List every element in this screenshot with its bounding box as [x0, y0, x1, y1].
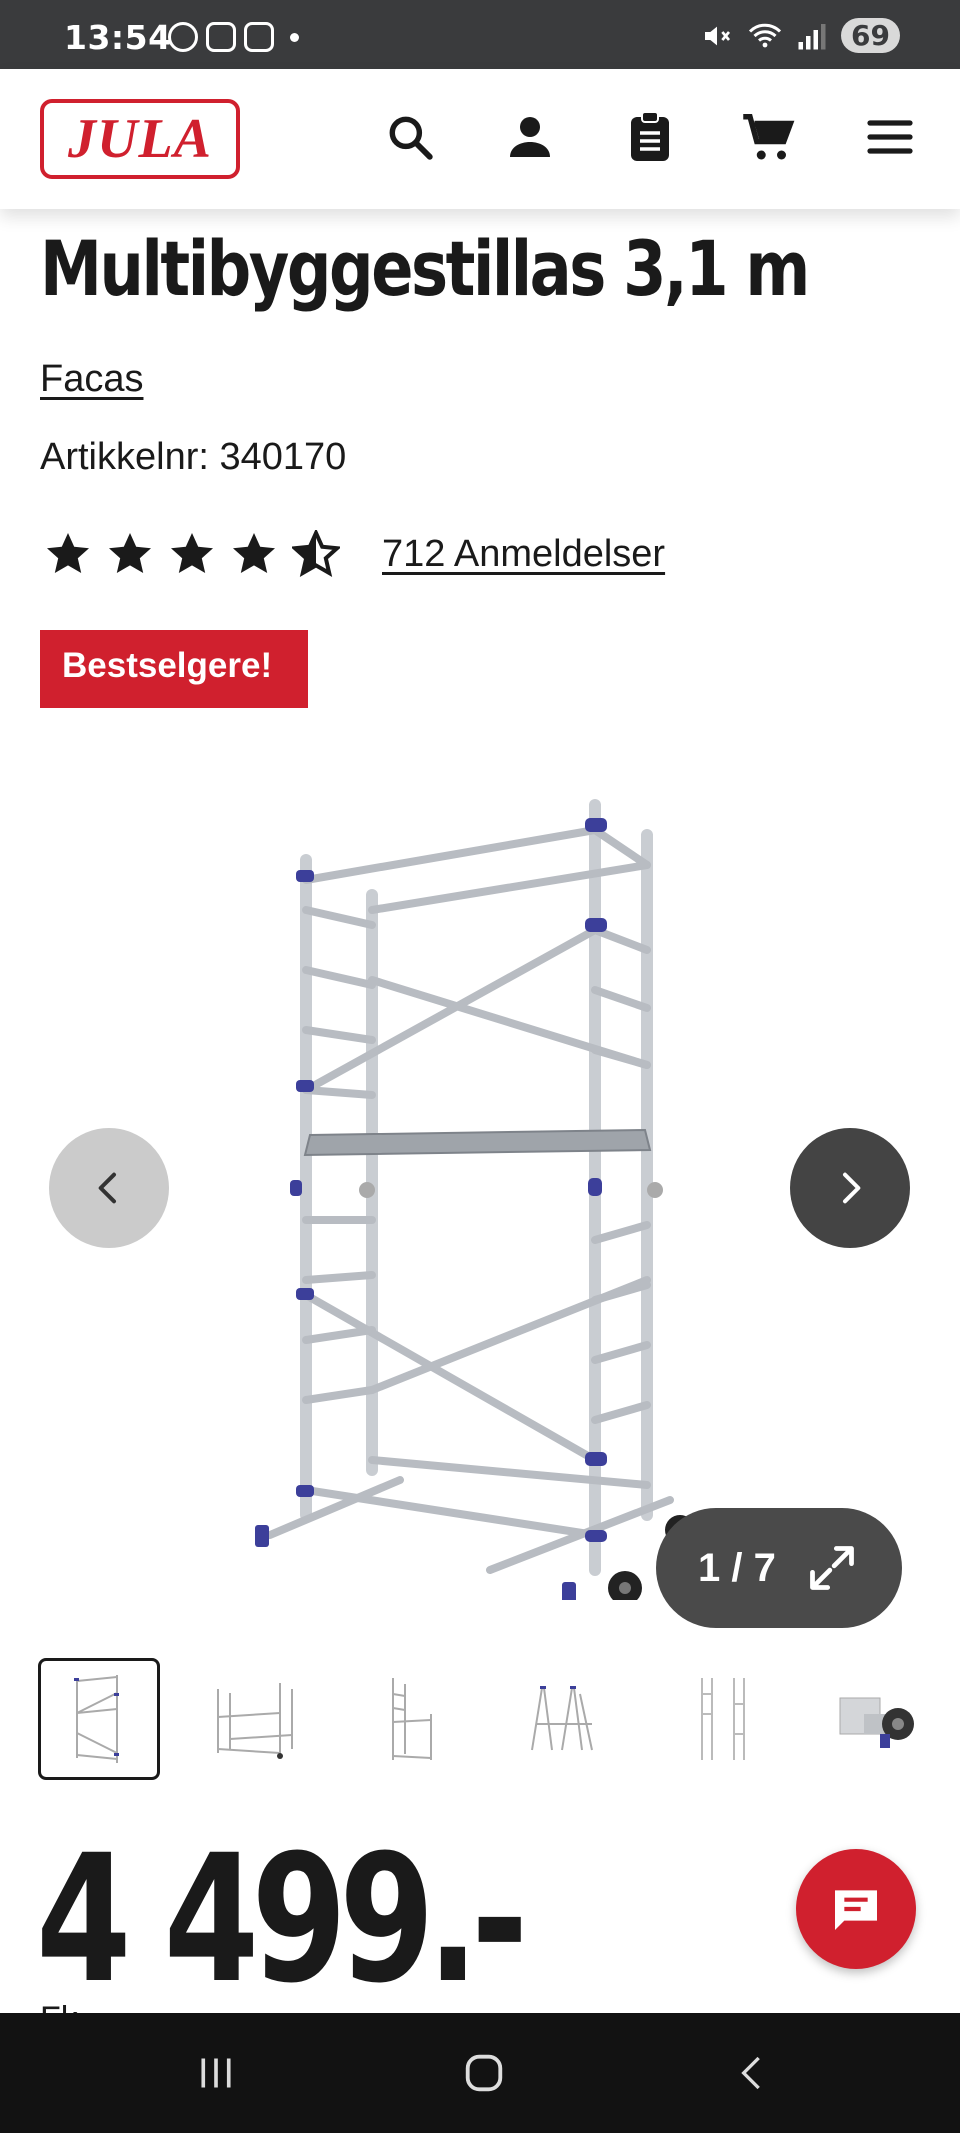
article-number: Artikkelnr: 340170: [40, 436, 347, 478]
product-title: Multibyggestillas 3,1 m: [40, 224, 810, 313]
half-star-icon: [292, 530, 340, 578]
next-image-button[interactable]: [790, 1128, 910, 1248]
star-icon: [109, 533, 151, 573]
logo-text: JULA: [68, 108, 212, 170]
reviews-link[interactable]: 712 Anmeldelser: [382, 533, 665, 576]
jula-logo[interactable]: JULA: [40, 99, 240, 179]
expand-icon: [809, 1546, 854, 1590]
status-bar: 13:54 69: [0, 0, 960, 69]
shopping-list-icon[interactable]: [622, 109, 678, 165]
bestseller-badge: Bestselgere!: [40, 630, 308, 708]
brand-link[interactable]: Facas: [40, 358, 143, 401]
search-icon[interactable]: [382, 109, 438, 165]
site-header: JULA: [0, 69, 960, 209]
home-icon[interactable]: [454, 2047, 514, 2099]
wifi-icon: [748, 23, 782, 47]
scaffold-product-image[interactable]: [250, 780, 690, 1600]
menu-icon[interactable]: [862, 109, 918, 165]
star-icon: [47, 533, 89, 573]
mute-icon: [705, 26, 731, 45]
signal-icon: [798, 23, 826, 49]
status-indicators: 69: [701, 18, 900, 53]
thumbnail-2[interactable]: [194, 1658, 316, 1780]
product-price: 4 499.-: [36, 1817, 528, 2022]
thumbnail-strip: [38, 1658, 940, 1780]
cart-icon[interactable]: [740, 109, 796, 165]
volvo-app-icon: [168, 22, 198, 52]
android-navigation-bar: [0, 2013, 960, 2133]
thumbnail-3[interactable]: [350, 1658, 472, 1780]
star-icon: [233, 533, 275, 573]
battery-indicator: 69: [841, 18, 900, 53]
account-icon[interactable]: [502, 109, 558, 165]
status-time: 13:54: [64, 18, 172, 57]
instagram-icon-2: [244, 22, 274, 52]
thumbnail-6[interactable]: [818, 1658, 940, 1780]
previous-image-button[interactable]: [49, 1128, 169, 1248]
image-counter-fullscreen-button[interactable]: 1 / 7: [656, 1508, 902, 1628]
rating[interactable]: 712 Anmeldelser: [44, 530, 665, 578]
product-image-gallery: 1 / 7: [0, 760, 960, 1630]
notification-dot-icon: [290, 32, 299, 42]
back-icon[interactable]: [722, 2047, 782, 2099]
chat-button[interactable]: [796, 1849, 916, 1969]
instagram-icon: [206, 22, 236, 52]
chat-icon: [835, 1890, 877, 1930]
chevron-right-icon: [843, 1172, 861, 1204]
thumbnail-4[interactable]: [506, 1658, 628, 1780]
thumbnail-5[interactable]: [662, 1658, 784, 1780]
recent-apps-icon[interactable]: [186, 2047, 246, 2099]
thumbnail-1[interactable]: [38, 1658, 160, 1780]
image-counter: 1 / 7: [698, 1545, 776, 1590]
status-app-icons: [168, 22, 299, 52]
star-icon: [171, 533, 213, 573]
chevron-left-icon: [98, 1172, 116, 1204]
